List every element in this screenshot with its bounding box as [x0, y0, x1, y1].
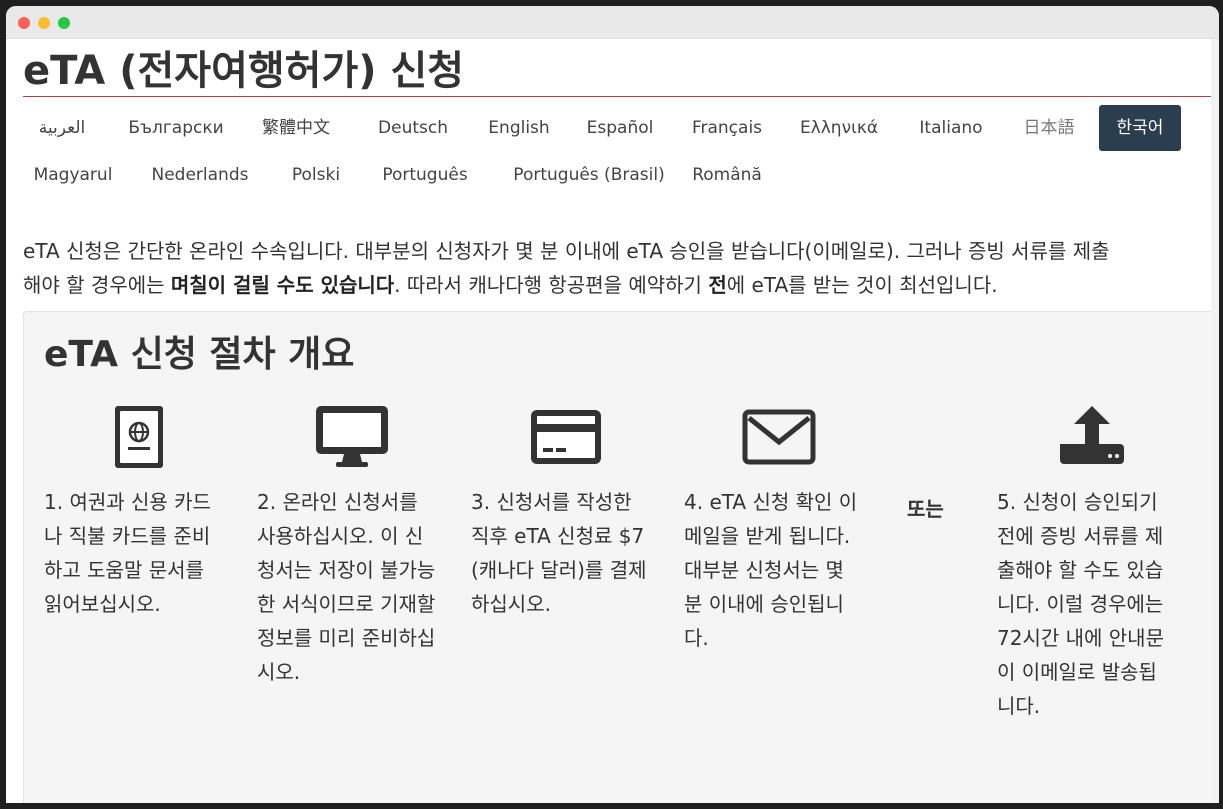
or-label: 또는 — [907, 497, 944, 521]
lang-link-japanese[interactable]: 日本語 — [1005, 108, 1093, 148]
overview-title: eTA 신청 절차 개요 — [44, 334, 355, 375]
lang-link-portuguese-brazil[interactable]: Português (Brasil) — [491, 155, 687, 195]
language-nav: العربية Български 繁體中文 Deutsch English E… — [23, 105, 1219, 199]
step-1-text: 1. 여권과 신용 카드나 직불 카드를 준비하고 도움말 문서를 읽어보십시오… — [44, 490, 211, 616]
step-1: 1. 여권과 신용 카드나 직불 카드를 준비하고 도움말 문서를 읽어보십시오… — [44, 404, 224, 621]
lang-link-greek[interactable]: Ελληνικά — [789, 108, 889, 148]
lang-link-french[interactable]: Français — [679, 108, 775, 148]
page-scrollbar[interactable] — [1211, 39, 1219, 803]
intro-text-1: eTA 신청은 간단한 온라인 수속입니다. 대부분의 신청자가 몇 분 이내에… — [23, 239, 1110, 263]
intro-text-2: 해야 할 경우에는 — [23, 273, 171, 297]
lang-link-german[interactable]: Deutsch — [363, 108, 463, 148]
lang-link-bulgarian[interactable]: Български — [121, 108, 231, 148]
lang-link-traditional-chinese[interactable]: 繁體中文 — [249, 108, 343, 148]
close-window-button[interactable] — [18, 17, 30, 29]
intro-text-4: 에 eTA를 받는 것이 최선입니다. — [726, 273, 998, 297]
lang-link-spanish[interactable]: Español — [575, 108, 665, 148]
page-title: eTA (전자여행허가) 신청 — [23, 48, 465, 94]
intro-bold-2: 전 — [708, 273, 727, 297]
passport-icon — [115, 406, 163, 468]
browser-window: eTA (전자여행허가) 신청 العربية Български 繁體中文 D… — [6, 6, 1219, 803]
window-titlebar — [6, 6, 1219, 39]
envelope-icon — [742, 409, 816, 465]
lang-link-english[interactable]: English — [475, 108, 563, 148]
lang-link-portuguese[interactable]: Português — [367, 155, 483, 195]
step-3: 3. 신청서를 작성한 직후 eTA 신청료 $7(캐나다 달러)를 결제하십시… — [471, 404, 651, 621]
lang-link-arabic[interactable]: العربية — [23, 108, 101, 148]
upload-icon — [1060, 406, 1124, 464]
intro-bold-1: 며칠이 걸릴 수도 있습니다 — [170, 273, 395, 297]
minimize-window-button[interactable] — [38, 17, 50, 29]
step-5: 5. 신청이 승인되기 전에 증빙 서류를 제출해야 할 수도 있습니다. 이럴… — [997, 404, 1177, 723]
step-5-text: 5. 신청이 승인되기 전에 증빙 서류를 제출해야 할 수도 있습니다. 이럴… — [997, 490, 1164, 718]
step-3-text: 3. 신청서를 작성한 직후 eTA 신청료 $7(캐나다 달러)를 결제하십시… — [471, 490, 647, 616]
lang-link-romanian[interactable]: Română — [679, 155, 775, 195]
lang-link-italian[interactable]: Italiano — [903, 108, 999, 148]
step-2-text: 2. 온라인 신청서를 사용하십시오. 이 신청서는 저장이 불가능한 서식이므… — [257, 490, 436, 684]
lang-link-korean-active[interactable]: 한국어 — [1099, 105, 1181, 151]
credit-card-icon — [531, 410, 601, 464]
process-overview-panel: eTA 신청 절차 개요 1. 여권과 신용 카드나 직불 카드를 준비하고 도… — [23, 311, 1219, 803]
step-4: 4. eTA 신청 확인 이메일을 받게 됩니다. 대부분 신청서는 몇 분 이… — [684, 404, 864, 655]
lang-link-hungarian[interactable]: Magyarul — [23, 155, 123, 195]
maximize-window-button[interactable] — [58, 17, 70, 29]
title-divider — [23, 96, 1219, 97]
step-2: 2. 온라인 신청서를 사용하십시오. 이 신청서는 저장이 불가능한 서식이므… — [257, 404, 437, 689]
step-4-text: 4. eTA 신청 확인 이메일을 받게 됩니다. 대부분 신청서는 몇 분 이… — [684, 490, 858, 650]
intro-paragraph: eTA 신청은 간단한 온라인 수속입니다. 대부분의 신청자가 몇 분 이내에… — [23, 234, 1219, 302]
lang-link-dutch[interactable]: Nederlands — [141, 155, 259, 195]
monitor-icon — [316, 406, 388, 467]
lang-link-polish[interactable]: Polski — [275, 155, 357, 195]
intro-text-3: . 따라서 캐나다행 항공편을 예약하기 — [394, 273, 709, 297]
